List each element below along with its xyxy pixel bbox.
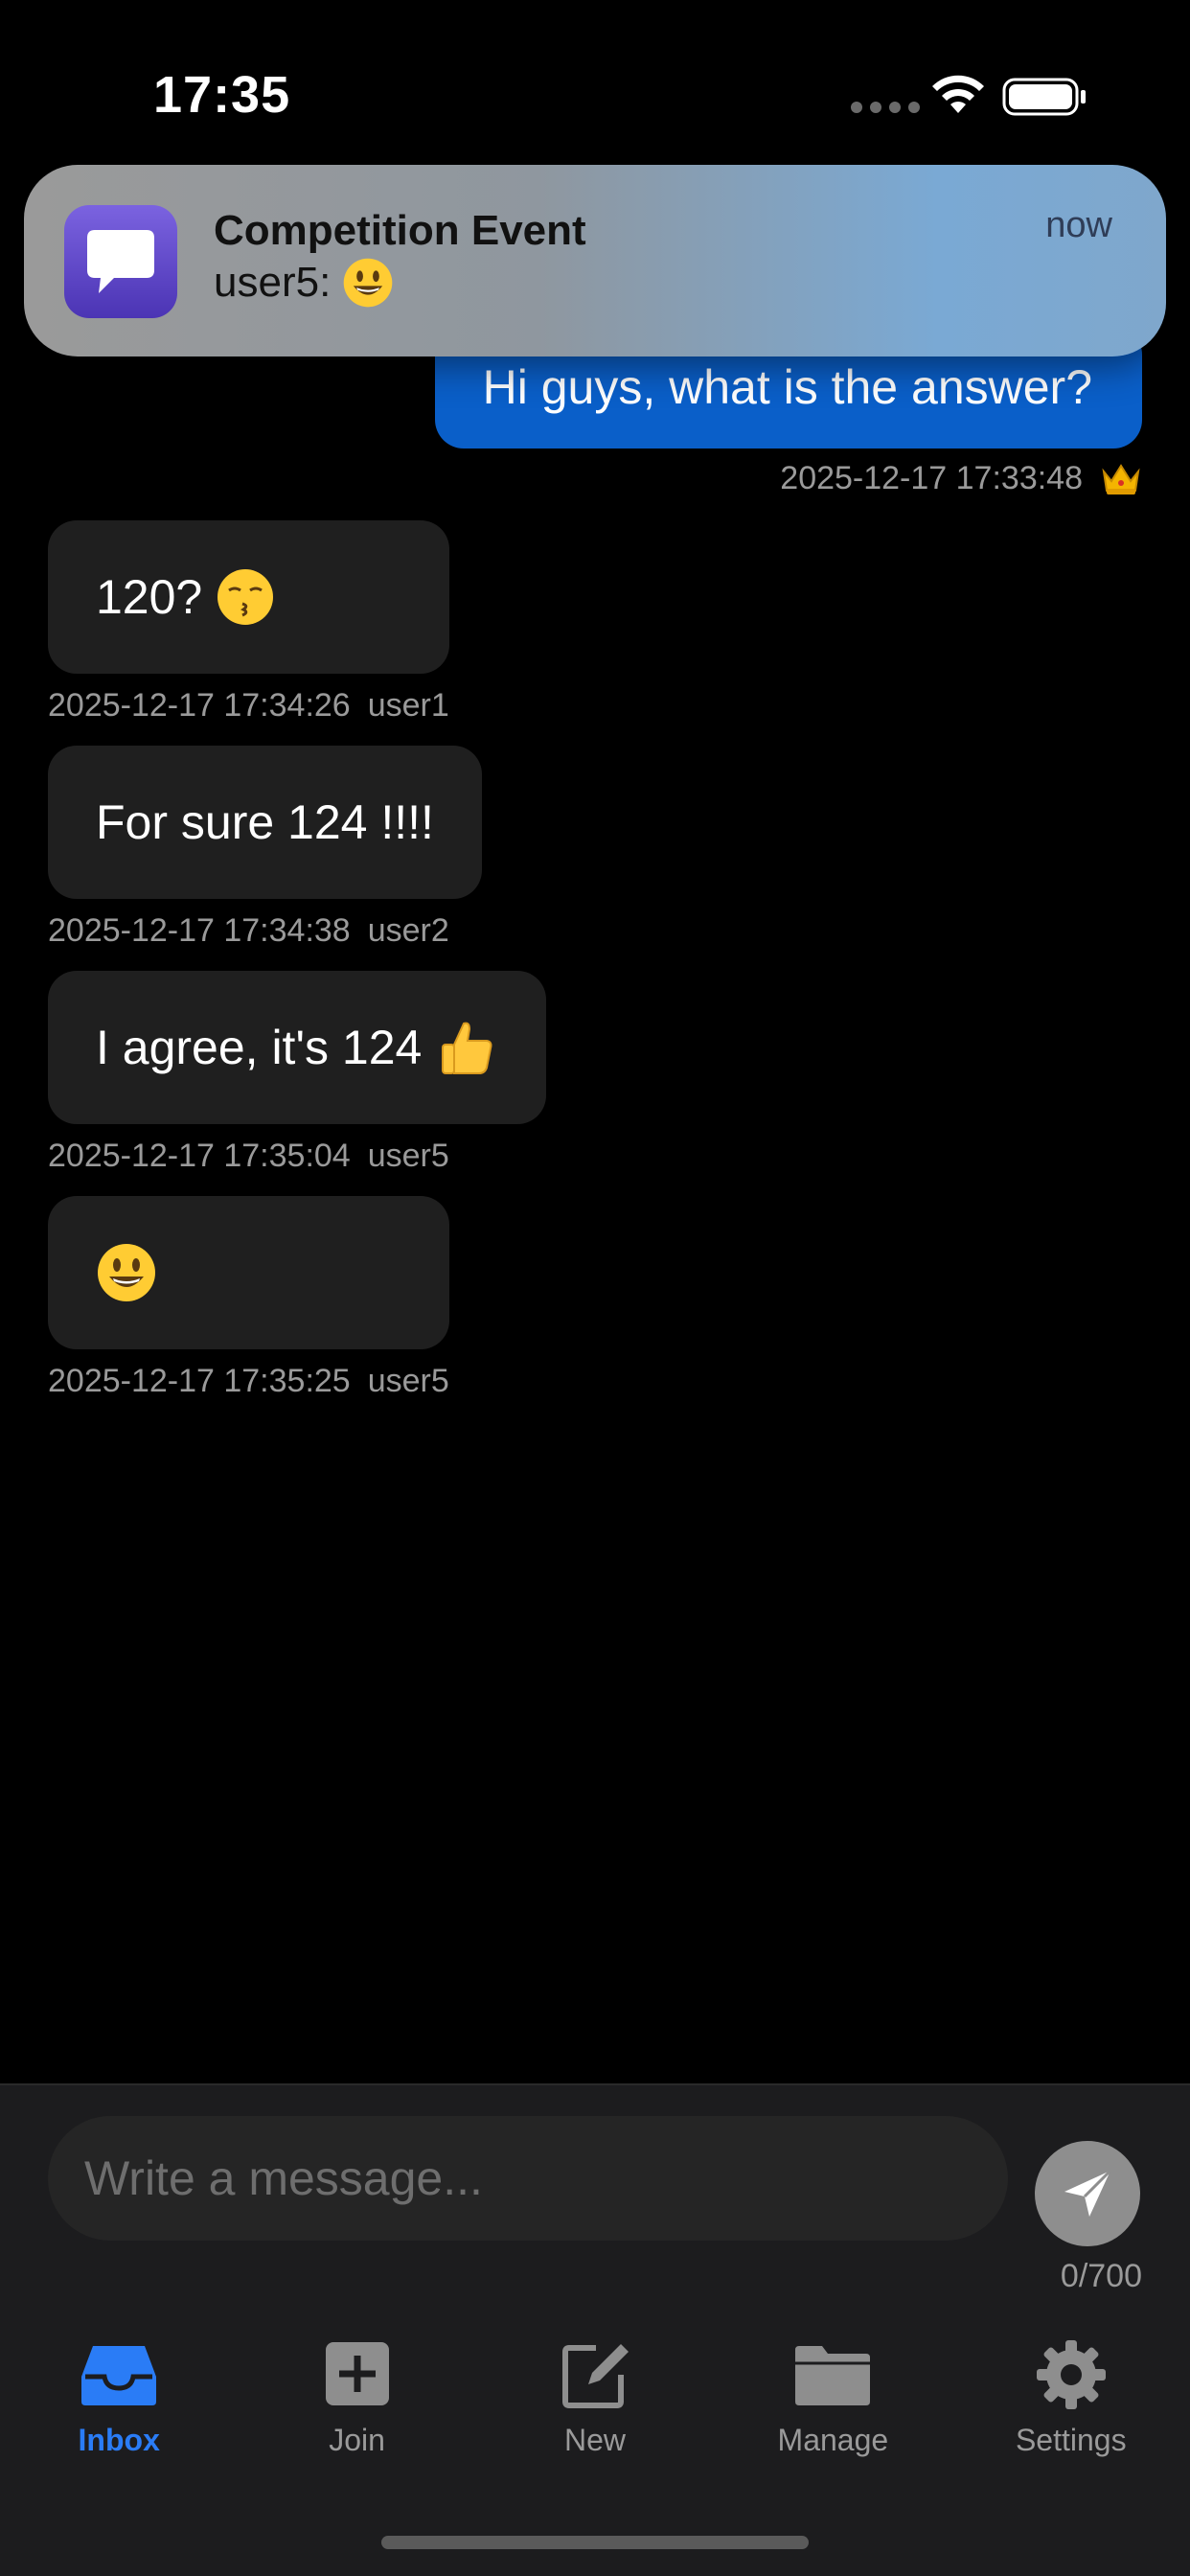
cellular-signal-icon (851, 102, 920, 113)
message-user: user2 (367, 912, 449, 949)
tab-label: Inbox (78, 2423, 160, 2457)
message-meta: 2025-12-17 17:35:04 user5 (48, 1138, 546, 1175)
tab-settings[interactable]: Settings (952, 2338, 1190, 2482)
tab-bar: Inbox Join New Manage Settings (0, 2338, 1190, 2482)
gear-icon (1036, 2340, 1106, 2409)
message-input[interactable] (48, 2116, 1008, 2241)
tab-inbox[interactable]: Inbox (0, 2338, 238, 2482)
message-timestamp: 2025-12-17 17:34:38 (48, 912, 351, 949)
notification-banner[interactable]: Competition Event user5: now (24, 165, 1166, 356)
message-meta: 2025-12-17 17:34:38 user2 (48, 912, 482, 950)
send-icon (1064, 2169, 1112, 2217)
status-time: 17:35 (153, 66, 291, 124)
tab-new[interactable]: New (476, 2338, 714, 2482)
tab-label: New (563, 2423, 626, 2457)
message-meta: 2025-12-17 17:33:48 (780, 460, 1142, 497)
message-item: For sure 124 !!!! 2025-12-17 17:34:38 use… (48, 746, 482, 950)
chat-bubble-icon (87, 230, 154, 293)
notification-sender: user5: (214, 259, 332, 306)
thumbs-up-emoji (442, 1022, 492, 1074)
folder-icon (795, 2346, 871, 2405)
message-meta: 2025-12-17 17:35:25 user5 (48, 1363, 449, 1400)
send-button[interactable] (1035, 2141, 1140, 2246)
app-icon (64, 205, 177, 318)
home-indicator (381, 2536, 809, 2549)
message-timestamp: 2025-12-17 17:34:26 (48, 687, 351, 724)
plus-square-icon (325, 2342, 389, 2405)
compose-icon (561, 2344, 629, 2408)
composer: 0/700 (0, 2083, 1190, 2576)
message-item: I agree, it's 124 2025-12-17 17:35:04 use… (48, 971, 547, 1175)
message-text: Hi guys, what is the answer? (482, 360, 1092, 414)
tab-label: Manage (777, 2423, 889, 2457)
smiley-emoji (343, 258, 393, 308)
notification-title: Competition Event (214, 207, 586, 254)
message-item: 2025-12-17 17:35:25 user5 (48, 1196, 449, 1400)
notification-body: user5: (214, 257, 394, 309)
kissing-emoji (217, 569, 274, 625)
message-timestamp: 2025-12-17 17:33:48 (780, 460, 1083, 496)
crown-icon (1102, 463, 1140, 494)
inbox-tray-icon (81, 2346, 157, 2405)
message-bubble-incoming[interactable]: I agree, it's 124 (48, 971, 547, 1124)
battery-icon (1002, 78, 1086, 116)
wifi-icon (932, 75, 984, 113)
message-meta: 2025-12-17 17:34:26 user1 (48, 687, 449, 724)
message-bubble-incoming[interactable] (48, 1196, 449, 1349)
message-bubble-incoming[interactable]: 120? (48, 520, 449, 674)
message-user: user5 (367, 1138, 449, 1174)
smiley-emoji (98, 1244, 155, 1301)
tab-manage[interactable]: Manage (714, 2338, 951, 2482)
tab-label: Settings (1015, 2423, 1127, 2457)
tab-join[interactable]: Join (238, 2338, 475, 2482)
tab-label: Join (329, 2423, 385, 2457)
status-bar: 17:35 (0, 0, 1190, 172)
notification-time: now (1045, 205, 1112, 245)
message-bubble-incoming[interactable]: For sure 124 !!!! (48, 746, 482, 899)
message-item: 120? 2025-12-17 17:34:26 user1 (48, 520, 449, 724)
message-text: For sure 124 !!!! (96, 795, 434, 849)
message-timestamp: 2025-12-17 17:35:04 (48, 1138, 351, 1174)
message-user: user1 (367, 687, 449, 724)
message-user: user5 (367, 1363, 449, 1399)
message-text: I agree, it's 124 (96, 1021, 423, 1074)
char-count: 0/700 (1060, 2258, 1142, 2294)
message-text: 120? (96, 570, 203, 624)
message-timestamp: 2025-12-17 17:35:25 (48, 1363, 351, 1399)
